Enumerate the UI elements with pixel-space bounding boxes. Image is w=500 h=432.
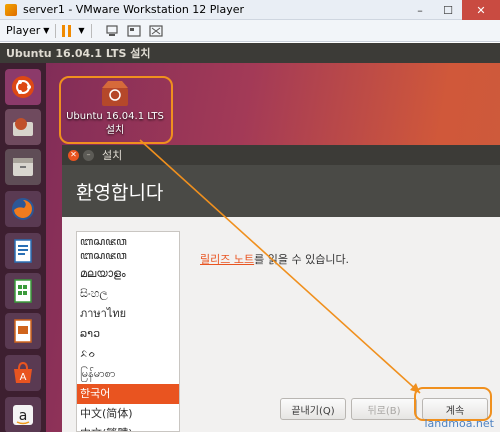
release-notes-rest: 를 읽을 수 있습니다.: [254, 253, 350, 266]
back-button[interactable]: 뒤로(B): [351, 398, 417, 420]
pause-icon[interactable]: [62, 24, 74, 37]
fullscreen-icon[interactable]: [148, 24, 164, 38]
release-notes-text: 릴리즈 노트를 읽을 수 있습니다.: [200, 251, 349, 267]
svg-text:A: A: [20, 372, 27, 383]
window-title: server1 - VMware Workstation 12 Player: [23, 3, 245, 16]
player-menu[interactable]: Player ▼: [6, 24, 49, 37]
page-title: 환영합니다: [76, 181, 164, 204]
toolbar-divider: [90, 23, 92, 38]
language-item[interactable]: ภาษาไทย: [77, 304, 179, 324]
installer-minimize-button[interactable]: –: [83, 149, 94, 161]
ubuntu-panel-title: Ubuntu 16.04.1 LTS 설치: [6, 47, 151, 60]
unity-mode-icon[interactable]: [126, 24, 142, 38]
send-ctrl-alt-del-icon[interactable]: [104, 24, 120, 38]
installer-launcher-icon[interactable]: [5, 109, 41, 145]
amazon-icon[interactable]: a: [5, 397, 41, 432]
quit-button[interactable]: 끝내기(Q): [280, 398, 346, 420]
language-item[interactable]: 中文(繁體): [77, 424, 179, 431]
chevron-down-icon: ▼: [43, 26, 50, 35]
vmware-titlebar: server1 - VMware Workstation 12 Player –…: [0, 0, 500, 20]
unity-launcher: A a: [0, 63, 46, 432]
language-item[interactable]: ꦧꦱꦗꦮ: [77, 246, 179, 266]
language-item[interactable]: မြန်မာစာ: [77, 364, 179, 384]
installer-close-button[interactable]: ✕: [68, 149, 79, 161]
window-controls: – ☐ ✕: [406, 0, 500, 20]
libreoffice-impress-icon[interactable]: [5, 313, 41, 349]
installer-title: 설치: [102, 149, 123, 162]
svg-text:a: a: [19, 408, 28, 424]
language-item[interactable]: ລາວ: [77, 324, 179, 344]
software-center-icon[interactable]: A: [5, 355, 41, 391]
annotation-highlight-desktop-icon: [59, 76, 173, 144]
ubuntu-dash-icon[interactable]: [5, 69, 41, 105]
language-item[interactable]: മലയാളം: [77, 264, 179, 284]
language-item[interactable]: සිංහල: [77, 284, 179, 304]
close-button[interactable]: ✕: [462, 0, 500, 20]
language-item[interactable]: ᨅᨔ: [77, 344, 179, 364]
release-notes-link[interactable]: 릴리즈 노트: [200, 253, 254, 266]
installer-header: 환영합니다: [62, 165, 500, 217]
pause-dropdown-icon[interactable]: ▼: [78, 26, 84, 35]
vmware-app-icon: [5, 3, 17, 16]
language-list[interactable]: ꦧꦱꦗꦮ ꦧꦱꦗꦮ മലയാളം සිංහල ภาษาไทย ລາວ ᨅᨔ မြ…: [76, 231, 180, 432]
libreoffice-calc-icon[interactable]: [5, 273, 41, 309]
libreoffice-writer-icon[interactable]: [5, 233, 41, 269]
firefox-icon[interactable]: [5, 191, 41, 227]
maximize-button[interactable]: ☐: [434, 0, 462, 20]
player-menu-label: Player: [6, 24, 41, 37]
minimize-button[interactable]: –: [406, 0, 434, 20]
toolbar-divider: [55, 23, 57, 38]
watermark: landmoa.net: [424, 417, 495, 430]
ubuntu-top-panel: Ubuntu 16.04.1 LTS 설치: [0, 43, 500, 63]
language-item-selected[interactable]: 한국어: [77, 384, 179, 404]
language-item[interactable]: 中文(简体): [77, 404, 179, 424]
files-icon[interactable]: [5, 149, 41, 185]
installer-titlebar: ✕ – 설치: [62, 145, 500, 165]
annotation-highlight-continue: [414, 387, 492, 421]
vmware-toolbar: Player ▼ ▼: [0, 20, 500, 42]
